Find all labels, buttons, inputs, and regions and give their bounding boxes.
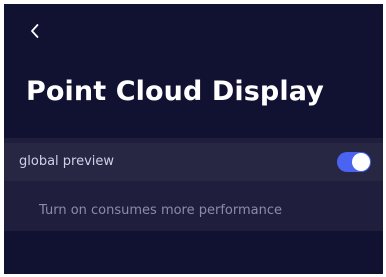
toggle-knob [352, 153, 370, 171]
global-preview-row: global preview [4, 143, 383, 181]
back-button[interactable] [22, 16, 48, 46]
performance-hint: Turn on consumes more performance [39, 203, 283, 218]
page-title: Point Cloud Display [26, 76, 324, 107]
global-preview-label: global preview [19, 154, 115, 169]
global-preview-toggle[interactable] [337, 152, 371, 172]
chevron-left-icon [31, 24, 39, 38]
settings-card: global preview Turn on consumes more per… [4, 138, 383, 231]
app-screen: Point Cloud Display global preview Turn … [4, 4, 383, 274]
